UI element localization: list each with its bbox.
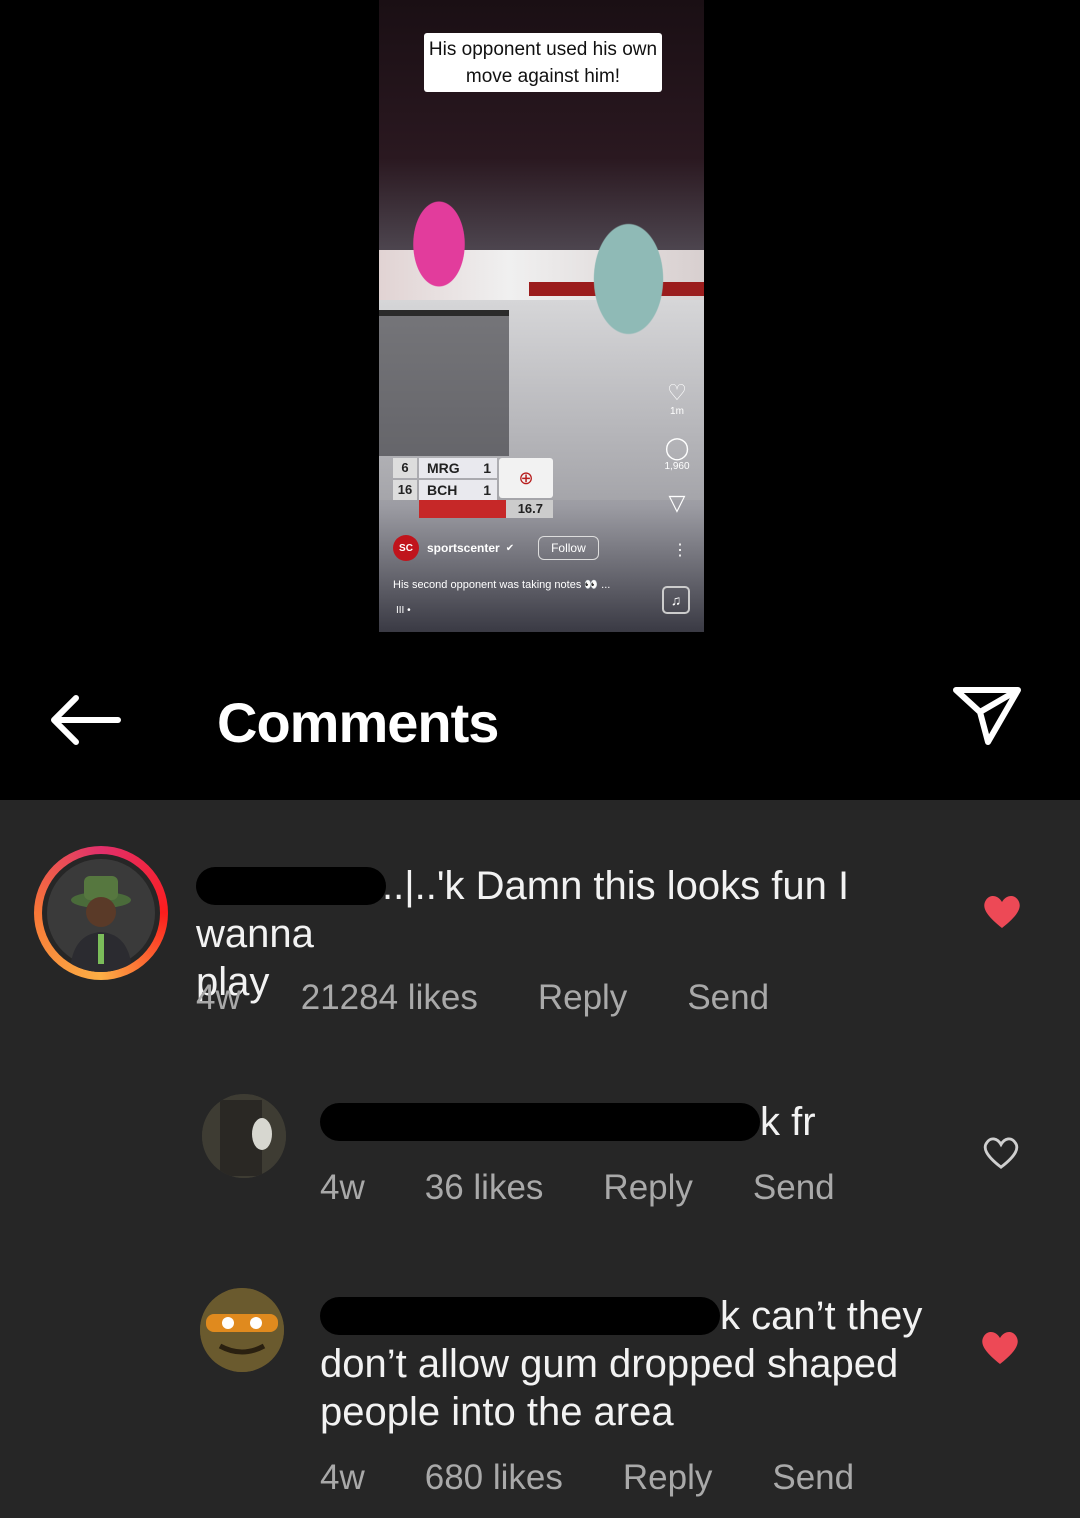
sportscenter-avatar[interactable]: SC [393,535,419,561]
person-avatar-icon [47,859,155,972]
username-fragment: k [760,1100,780,1144]
arrow-left-icon[interactable] [46,692,126,748]
username-fragment: ..|..'k [382,864,465,908]
shot-clock-value: 16.7 [517,501,543,516]
reply-button[interactable]: Reply [538,978,627,1018]
speech-bubble-icon: ◯ [664,435,690,460]
reply-button[interactable]: Reply [623,1458,712,1498]
reel-description[interactable]: His second opponent was taking notes 👀 .… [393,578,610,591]
avatar[interactable] [200,1288,284,1372]
reel-like-count: 1m [670,406,684,417]
team-a-score: 1 [483,460,491,476]
reel-comment-button[interactable]: ◯ 1,960 [660,435,694,472]
send-button[interactable]: Send [753,1168,835,1208]
shot-clock-bar [419,500,507,518]
scoreboard: 6 16 MRG 1 BCH 1 ⊕ 16.7 [393,458,556,518]
team-b-score: 1 [483,482,491,498]
comment-age: 4w [320,1458,365,1497]
comment-likes[interactable]: 36 likes [425,1168,544,1208]
send-button[interactable]: Send [687,978,769,1018]
comment-item: ..|..'k Damn this looks fun I wanna play… [0,800,1080,1040]
comment-meta: 4w 21284 likes Reply Send [196,978,829,1018]
player-teal [579,215,689,375]
character-avatar-icon [200,1288,284,1372]
reel-like-button[interactable]: ♡ 1m [660,380,694,417]
reel-action-column: ♡ 1m ◯ 1,960 ▽ [660,380,694,534]
redacted-username [320,1103,760,1141]
person-avatar-icon [202,1094,286,1178]
comment-meta: 4w 36 likes Reply Send [320,1168,895,1208]
score-left-top: 6 [393,458,417,478]
verified-badge-icon: ✔ [505,542,515,554]
team-a-row: MRG 1 [419,458,497,478]
player-pink [399,200,479,310]
comment-line1: can’t they [751,1294,923,1338]
reel-author: SC sportscenter ✔ Follow [393,533,599,563]
heart-filled-icon[interactable] [980,1330,1020,1366]
arena-rail [379,310,509,456]
page-title: Comments [217,691,499,754]
comment-likes[interactable]: 21284 likes [301,978,478,1018]
redacted-username [196,867,386,905]
team-b-name: BCH [427,482,458,498]
comment-likes[interactable]: 680 likes [425,1458,563,1498]
shot-clock: 16.7 [419,500,553,518]
globe-logo-icon: ⊕ [499,458,553,498]
comments-header: Comments [0,672,1080,800]
comment-age: 4w [320,1168,365,1207]
team-a-name: MRG [427,460,460,476]
comment-text: k fr [320,1098,940,1146]
reel-overlay-caption: His opponent used his own move against h… [424,33,662,92]
comments-list: ..|..'k Damn this looks fun I wanna play… [0,800,1080,1518]
audio-indicator: III • [396,605,411,616]
comment-meta: 4w 680 likes Reply Send [320,1458,914,1498]
more-options-icon[interactable]: ⋮ [672,540,688,560]
reel-share-button[interactable]: ▽ [660,490,694,516]
reply-button[interactable]: Reply [603,1168,692,1208]
redacted-username [320,1297,720,1335]
heart-filled-icon[interactable] [982,894,1022,930]
comment-line3: people into the area [320,1390,674,1434]
comment-text: k can’t they don’t allow gum dropped sha… [320,1292,960,1436]
heart-outline-icon[interactable] [982,1136,1020,1170]
comment-reply-item: k fr 4w 36 likes Reply Send [0,1080,1080,1240]
paper-plane-icon: ▽ [668,490,686,515]
comment-reply-item: k can’t they don’t allow gum dropped sha… [0,1270,1080,1518]
reel-username[interactable]: sportscenter [427,541,500,555]
score-left-bottom: 16 [393,480,417,500]
music-note-icon[interactable]: ♫ [662,586,690,614]
follow-button[interactable]: Follow [538,536,599,560]
send-button[interactable]: Send [772,1458,854,1498]
avatar[interactable] [42,854,160,972]
comment-line1: fr [791,1100,816,1144]
avatar[interactable] [202,1094,286,1178]
username-fragment: k [720,1294,740,1338]
paper-plane-icon[interactable] [950,684,1024,748]
comment-line2: don’t allow gum dropped shaped [320,1342,899,1386]
reel-comment-count: 1,960 [664,461,690,472]
team-b-row: BCH 1 [419,480,497,500]
heart-outline-icon: ♡ [667,380,687,405]
comment-age: 4w [196,978,241,1017]
